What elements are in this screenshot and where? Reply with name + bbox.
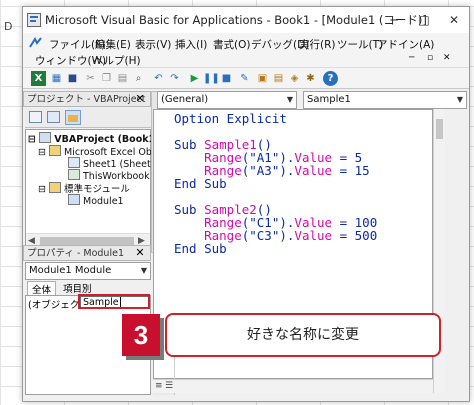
code-token: End Sub <box>174 241 227 256</box>
title-bar: Microsoft Visual Basic for Applications … <box>23 7 469 33</box>
doc-close-button[interactable]: ✕ <box>443 53 451 63</box>
chevron-down-icon[interactable]: ▼ <box>141 263 147 279</box>
object-select[interactable]: (General) ▼ <box>157 91 297 109</box>
procedure-select[interactable]: Sample1 ▼ <box>303 91 467 109</box>
tab-categorized[interactable]: 項目別 <box>59 281 96 295</box>
workbook-icon <box>68 169 80 180</box>
tree-node-vbaproject[interactable]: ⊟ VBAProject (Book1) <box>28 132 160 145</box>
help-icon[interactable]: ? <box>323 71 338 86</box>
code-line: End Sub <box>174 177 377 190</box>
code-token: Value <box>294 228 333 243</box>
menu-insert[interactable]: 挿入(I) <box>175 37 207 52</box>
menu-help[interactable]: ヘルプ(H) <box>93 53 141 68</box>
reset-icon[interactable]: ■ <box>219 71 234 86</box>
tree-node-standard-modules[interactable]: ⊟ 標準モジュール <box>38 181 130 195</box>
full-module-view-icon[interactable]: ☰ <box>165 381 173 391</box>
callout-text: 好きな名称に変更 <box>165 313 441 357</box>
chevron-down-icon[interactable]: ▼ <box>287 92 293 108</box>
tree-expander-icon[interactable]: ⊟ <box>38 147 46 158</box>
maximize-button[interactable]: □ <box>409 7 439 33</box>
break-icon[interactable]: ❚❚ <box>203 71 220 86</box>
sheet-icon <box>68 157 80 168</box>
menu-addins[interactable]: アドイン(A) <box>377 37 434 52</box>
object-select-label: (General) <box>161 94 209 105</box>
view-object-icon[interactable] <box>47 111 60 123</box>
project-pane-close-button[interactable]: ✕ <box>133 92 147 106</box>
properties-tabs: 全体 項目別 <box>25 281 151 296</box>
code-line: End Sub <box>174 242 377 255</box>
insert-module-icon[interactable]: ▦ <box>49 71 64 86</box>
code-token: = 15 <box>332 163 370 178</box>
properties-pane-title: プロパティ - Module1 <box>23 245 151 261</box>
menu-view[interactable]: 表示(V) <box>135 37 171 52</box>
properties-object-select[interactable]: Module1 Module ▼ <box>25 262 151 280</box>
code-token: Option Explicit <box>174 111 287 126</box>
paste-icon[interactable]: ▤ <box>115 71 130 86</box>
procedure-select-label: Sample1 <box>307 94 351 105</box>
toolbar: X ▦ ■ ✂ ❐ ▤ ⌕ ↶ ↷ ▶ ❚❚ ■ ✎ ▣ ▤ ◈ ✱ ? <box>23 67 469 89</box>
code-token: = 500 <box>332 228 378 243</box>
code-token: End Sub <box>174 176 227 191</box>
tree-expander-icon[interactable]: ⊟ <box>28 134 36 145</box>
window-title: Microsoft Visual Basic for Applications … <box>45 13 427 27</box>
menu-edit[interactable]: 編集(E) <box>95 37 131 52</box>
step-badge: 3 <box>122 314 160 356</box>
folder-icon <box>49 145 61 156</box>
module-icon <box>68 194 80 205</box>
code-token: Value <box>294 163 333 178</box>
column-header-d: D <box>4 20 13 33</box>
find-icon[interactable]: ⌕ <box>131 71 146 86</box>
minimize-button[interactable]: ─ <box>379 7 409 33</box>
object-browser-icon[interactable]: ◈ <box>287 71 302 86</box>
scrollbar-thumb[interactable] <box>436 119 443 139</box>
close-button[interactable]: ✕ <box>439 7 469 33</box>
tree-expander-icon[interactable]: ⊟ <box>38 184 46 195</box>
vba-app-icon <box>27 13 41 27</box>
view-code-icon[interactable] <box>29 111 42 123</box>
code-horizontal-scrollbar[interactable]: ≡ ☰ <box>153 379 433 393</box>
tree-node-label: VBAProject (Book1) <box>54 134 160 145</box>
project-tree: ⊟ VBAProject (Book1) ⊟ Microsoft Excel O… <box>25 129 166 251</box>
code-lines: Option Explicit Sub Sample1() Range("A1"… <box>174 112 377 255</box>
menu-run[interactable]: 実行(R) <box>299 37 336 52</box>
code-token: ("C3"). <box>241 228 295 243</box>
save-icon[interactable]: ■ <box>65 71 80 86</box>
code-line: Option Explicit <box>174 112 377 125</box>
toolbox-icon[interactable]: ✱ <box>303 71 318 86</box>
toggle-folders-icon[interactable] <box>65 110 81 125</box>
undo-icon[interactable]: ↶ <box>151 71 166 86</box>
cut-icon[interactable]: ✂ <box>83 71 98 86</box>
menu-format[interactable]: 書式(O) <box>213 37 250 52</box>
project-pane-toolbar <box>25 108 151 128</box>
doc-restore-button[interactable]: ▫ <box>427 53 433 63</box>
highlight-box <box>78 294 150 309</box>
properties-object-label: Module1 Module <box>29 265 112 276</box>
doc-minimize-button[interactable]: ─ <box>409 53 414 63</box>
copy-icon[interactable]: ❐ <box>99 71 114 86</box>
run-icon[interactable]: ▶ <box>187 71 202 86</box>
project-icon <box>39 132 52 143</box>
tree-node-label: Module1 <box>83 196 124 207</box>
excel-icon[interactable]: X <box>31 71 46 86</box>
menu-bar: ファイル(F) 編集(E) 表示(V) 挿入(I) 書式(O) デバッグ(D) … <box>23 33 469 67</box>
project-explorer-icon[interactable]: ▣ <box>255 71 270 86</box>
scrollbar-thumb[interactable] <box>40 237 134 245</box>
doc-window-icon <box>29 37 42 48</box>
folder-icon <box>49 182 61 193</box>
design-mode-icon[interactable]: ✎ <box>237 71 252 86</box>
tree-node-module1[interactable]: Module1 <box>68 194 124 207</box>
properties-icon[interactable]: ▤ <box>271 71 286 86</box>
redo-icon[interactable]: ↷ <box>167 71 182 86</box>
properties-pane-close-button[interactable]: ✕ <box>133 246 147 260</box>
chevron-down-icon[interactable]: ▼ <box>457 92 463 108</box>
procedure-view-icon[interactable]: ≡ <box>155 381 163 391</box>
tab-alphabetic[interactable]: 全体 <box>27 281 57 296</box>
code-token: ("A3"). <box>241 163 295 178</box>
project-pane-title: プロジェクト - VBAProject <box>23 91 151 107</box>
